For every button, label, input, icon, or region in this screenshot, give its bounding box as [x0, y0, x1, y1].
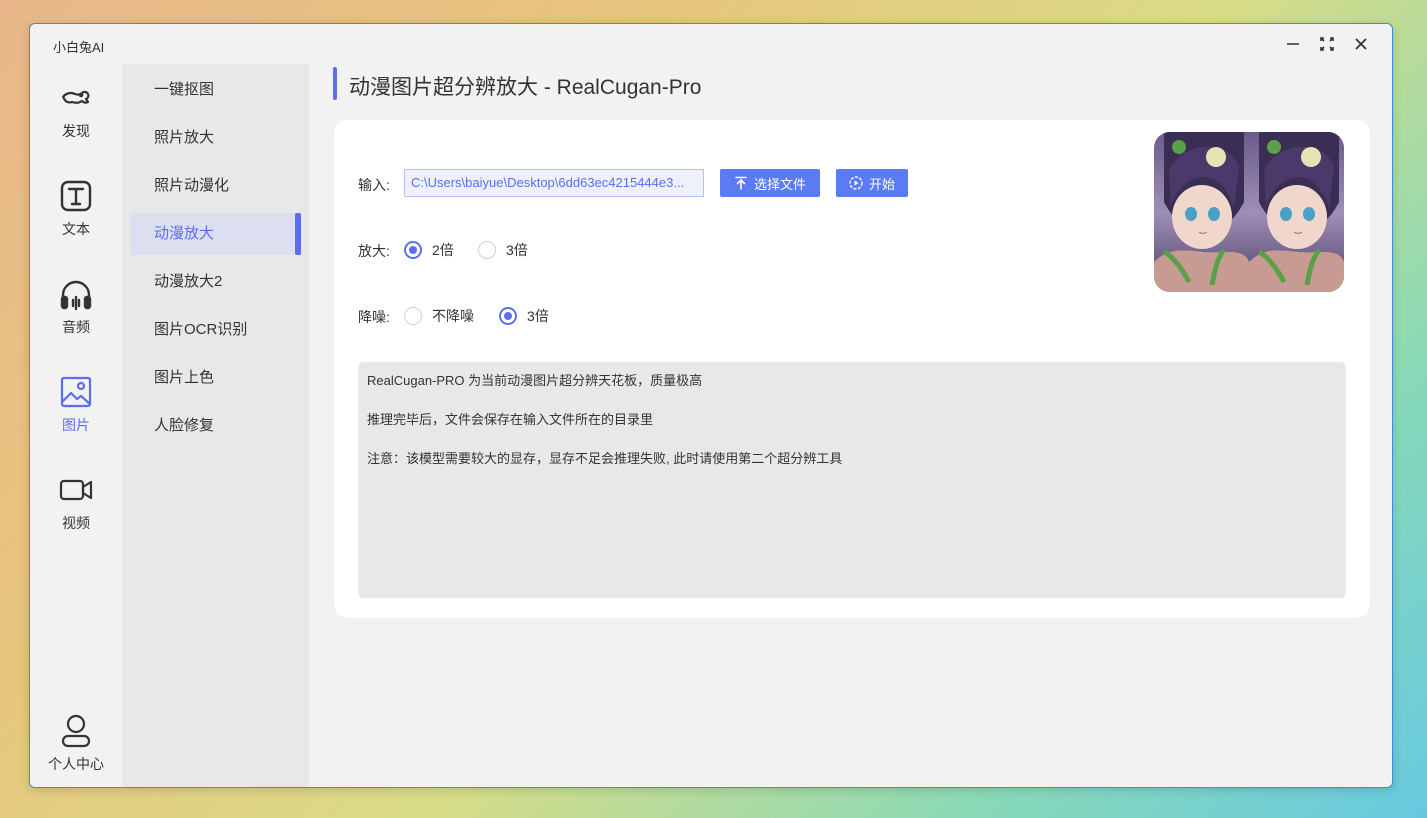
info-line: RealCugan-PRO 为当前动漫图片超分辨天花板，质量极高 [367, 373, 703, 388]
page-title: 动漫图片超分辨放大 - RealCugan-Pro [349, 76, 702, 99]
headphones-icon [60, 280, 92, 311]
close-button[interactable] [1349, 32, 1373, 56]
choose-file-button[interactable]: 选择文件 [720, 169, 820, 197]
radio-label: 3倍 [506, 242, 528, 258]
nav-item-text[interactable]: 文本 [30, 179, 122, 259]
nav-item-image[interactable]: 图片 [30, 375, 122, 455]
nav-item-video[interactable]: 视频 [30, 473, 122, 553]
nav-item-audio[interactable]: 音频 [30, 277, 122, 357]
minimize-button[interactable] [1281, 32, 1305, 56]
submenu-item-anime-upscale-2[interactable]: 动漫放大2 [130, 261, 301, 303]
app-window: 小白兔AI 发现 文本 音频 图片 视频 个人中心 一键抠图 照片放大 照片动漫… [29, 23, 1393, 788]
nav-label: 音频 [62, 319, 90, 335]
submenu-item-photo-upscale[interactable]: 照片放大 [130, 117, 301, 159]
nav-label: 视频 [62, 515, 90, 531]
submenu-item-face-restore[interactable]: 人脸修复 [130, 405, 301, 447]
user-icon [61, 714, 91, 748]
radio-label: 3倍 [527, 308, 549, 324]
maximize-button[interactable] [1315, 32, 1339, 56]
info-panel: RealCugan-PRO 为当前动漫图片超分辨天花板，质量极高 推理完毕后，文… [358, 362, 1346, 598]
input-path-field[interactable]: C:\Users\baiyue\Desktop\6dd63ec4215444e3… [404, 169, 704, 197]
title-bar: 小白兔AI [30, 24, 1392, 64]
nav-label: 个人中心 [48, 756, 104, 772]
scale-option-2x[interactable]: 2倍 [404, 240, 454, 260]
submenu-item-ocr[interactable]: 图片OCR识别 [130, 309, 301, 351]
app-title: 小白兔AI [53, 40, 105, 55]
radio-indicator [404, 241, 422, 259]
start-label: 开始 [868, 176, 895, 192]
submenu-item-anime-upscale[interactable]: 动漫放大 [130, 213, 301, 255]
close-icon [1355, 38, 1367, 50]
anime-preview-picture [1154, 132, 1344, 292]
upload-icon [735, 176, 747, 190]
primary-sidebar: 发现 文本 音频 图片 视频 个人中心 [30, 64, 122, 787]
radio-label: 2倍 [432, 242, 454, 258]
denoise-label: 降噪: [358, 309, 390, 325]
denoise-option-3x[interactable]: 3倍 [499, 306, 549, 326]
choose-file-label: 选择文件 [753, 176, 806, 192]
secondary-sidebar: 一键抠图 照片放大 照片动漫化 动漫放大 动漫放大2 图片OCR识别 图片上色 … [122, 64, 309, 787]
input-label: 输入: [358, 177, 390, 193]
minimize-icon [1287, 43, 1299, 45]
discover-icon [61, 90, 90, 104]
heading-accent [333, 67, 337, 100]
scale-label: 放大: [358, 243, 390, 259]
radio-indicator [499, 307, 517, 325]
video-icon [59, 479, 93, 501]
scale-option-3x[interactable]: 3倍 [478, 240, 528, 260]
nav-item-user-center[interactable]: 个人中心 [30, 714, 122, 787]
radio-indicator [404, 307, 422, 325]
radio-label: 不降噪 [432, 308, 474, 324]
text-icon [60, 180, 92, 212]
nav-label: 图片 [62, 417, 90, 433]
maximize-icon [1320, 37, 1334, 51]
info-line: 注意：该模型需要较大的显存，显存不足会推理失败, 此时请使用第二个超分辨工具 [367, 451, 843, 466]
nav-label: 文本 [62, 221, 90, 237]
submenu-item-photo-anime[interactable]: 照片动漫化 [130, 165, 301, 207]
denoise-option-none[interactable]: 不降噪 [404, 306, 474, 326]
start-button[interactable]: 开始 [836, 169, 908, 197]
nav-item-discover[interactable]: 发现 [30, 81, 122, 161]
preview-image [1154, 132, 1344, 292]
main-content: 动漫图片超分辨放大 - RealCugan-Pro 输入: C:\Users\b… [309, 64, 1392, 787]
submenu-item-cutout[interactable]: 一键抠图 [130, 69, 301, 111]
nav-label: 发现 [62, 123, 90, 139]
play-icon [849, 176, 863, 190]
image-icon [60, 376, 92, 408]
info-line: 推理完毕后，文件会保存在输入文件所在的目录里 [367, 412, 654, 427]
tool-card: 输入: C:\Users\baiyue\Desktop\6dd63ec42154… [334, 120, 1370, 618]
radio-indicator [478, 241, 496, 259]
submenu-item-colorize[interactable]: 图片上色 [130, 357, 301, 399]
